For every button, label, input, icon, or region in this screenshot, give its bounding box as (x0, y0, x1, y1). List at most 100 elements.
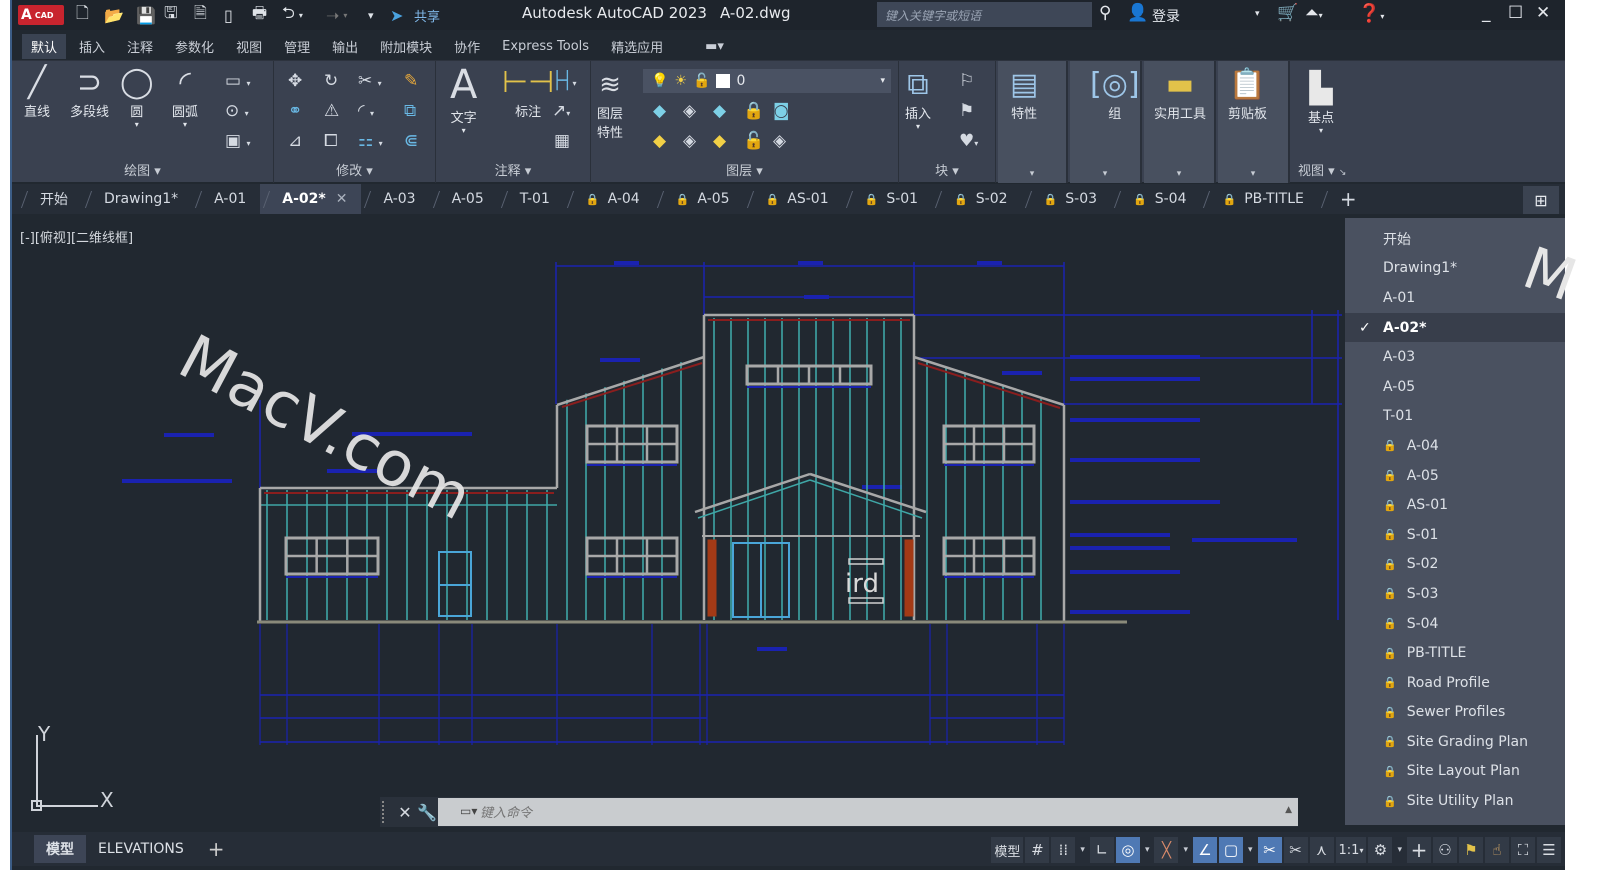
clipboard-tool[interactable]: 📋 剪贴板 (1228, 67, 1267, 122)
dropdown-item[interactable]: A-05 (1345, 372, 1565, 402)
dropdown-item[interactable]: 🔒 Sewer Profiles (1345, 698, 1565, 728)
dropdown-item[interactable]: 🔒 A-05 (1345, 461, 1565, 491)
annotation-scale-icon[interactable]: ⋏ (1309, 837, 1334, 863)
erase-icon[interactable]: ✎ (404, 71, 418, 91)
model-tab[interactable]: 模型 (34, 835, 86, 863)
workspace-dropdown-icon[interactable]: ▾ (1394, 845, 1405, 855)
dropdown-item[interactable]: 🔒 A-04 (1345, 431, 1565, 461)
ribbon-tab-express-tools[interactable]: Express Tools (493, 36, 598, 57)
file-tab[interactable]: 🔒 S-04 (1111, 184, 1200, 214)
file-tab[interactable]: 🔒 S-01 (843, 184, 932, 214)
utilities-panel[interactable]: ▬ 实用工具 ▾ (1144, 61, 1216, 183)
share-icon[interactable]: ➤ (390, 4, 403, 26)
edit-attributes-icon[interactable]: ♥▾ (959, 131, 978, 151)
file-tab[interactable]: A-05 (430, 184, 498, 214)
leader-icon[interactable]: ↗▾ (552, 101, 570, 121)
ribbon-minimize-toggle[interactable]: ▬▾ (696, 36, 733, 57)
offset-icon[interactable]: ⋐ (404, 131, 418, 151)
ribbon-tab-featured-apps[interactable]: 精选应用 (602, 34, 672, 59)
customization-menu-icon[interactable]: ☰ (1537, 837, 1561, 863)
snap-mode-icon[interactable]: ⁞⁞ (1051, 837, 1076, 863)
rotate-icon[interactable]: ↻ (324, 71, 338, 91)
share-button[interactable]: 共享 (414, 4, 440, 26)
file-tab[interactable]: 🔒 A-05 (654, 184, 744, 214)
units-icon[interactable]: ⚇ (1433, 837, 1457, 863)
dropdown-item[interactable]: T-01 (1345, 402, 1565, 432)
layer-lock-tool-icon[interactable]: 🔒 (743, 101, 764, 121)
ribbon-tab-annotate[interactable]: 注释 (118, 34, 162, 59)
array-icon[interactable]: ⚏ ▾ (358, 131, 383, 151)
properties-dropdown-icon[interactable]: ▾ (998, 169, 1066, 179)
ribbon-tab-home[interactable]: 默认 (22, 33, 67, 59)
polar-dropdown-icon[interactable]: ▾ (1142, 845, 1153, 855)
close-icon[interactable]: ✕ (1536, 3, 1550, 23)
save-as-icon[interactable]: 🖫 (164, 3, 178, 26)
dropdown-item[interactable]: 🔒 S-02 (1345, 550, 1565, 580)
auto-scale-icon[interactable]: ✂ (1283, 837, 1308, 863)
arc-dropdown-icon[interactable]: ▾ (183, 120, 187, 129)
dropdown-item[interactable]: 🔒 Site Layout Plan (1345, 757, 1565, 787)
osnap-dropdown-icon[interactable]: ▾ (1245, 845, 1256, 855)
add-layout-button[interactable]: + (196, 835, 237, 863)
workspace-gear-icon[interactable]: ⚙ (1368, 837, 1393, 863)
clipboard-dropdown-icon[interactable]: ▾ (1218, 169, 1288, 179)
command-line-grip[interactable] (382, 801, 388, 823)
group-tool[interactable]: [◎] 组 (1090, 67, 1140, 122)
ribbon-tab-view[interactable]: 视图 (227, 34, 271, 59)
layer-match-icon[interactable]: ◈ (683, 101, 696, 121)
groups-dropdown-icon[interactable]: ▾ (1070, 169, 1140, 179)
isodraft-dropdown-icon[interactable]: ▾ (1180, 845, 1191, 855)
ribbon-tab-parametric[interactable]: 参数化 (166, 34, 223, 59)
scale-icon[interactable]: ⧠ (324, 131, 338, 151)
dropdown-item[interactable]: A-03 (1345, 342, 1565, 372)
search-icon[interactable]: ⚲ (1099, 3, 1111, 23)
text-tool[interactable]: A 文字 ▾ (450, 63, 477, 135)
circle-dropdown-icon[interactable]: ▾ (135, 120, 139, 129)
layer-unlock-icon[interactable]: 🔓 (743, 131, 764, 151)
mirror-icon[interactable]: ⚠ (324, 101, 339, 121)
view-panel-title[interactable]: 视图 ▾ ↘ (1298, 160, 1392, 179)
lock-ui-icon[interactable]: ☝ (1485, 837, 1509, 863)
explode-icon[interactable]: ⧉ (404, 101, 416, 121)
drawing-viewport[interactable]: [-][俯视][二维线框] ird (12, 215, 1345, 830)
new-tab-button[interactable]: + (1318, 184, 1371, 214)
dimension-tool[interactable]: ⊢⊣ 标注 (502, 65, 554, 120)
file-tab[interactable]: Drawing1* (82, 184, 192, 214)
quick-properties-icon[interactable]: ⚑ (1459, 837, 1483, 863)
plot-icon[interactable]: 🖶 (252, 3, 267, 26)
insert-dropdown-icon[interactable]: ▾ (916, 122, 920, 131)
text-dropdown-icon[interactable]: ▾ (462, 126, 466, 135)
ellipse-icon[interactable]: ⊙ ▾ (225, 101, 249, 121)
rectangle-icon[interactable]: ▭ ▾ (225, 71, 250, 91)
login-dropdown-icon[interactable]: ▾ (1255, 9, 1260, 19)
grid-display-icon[interactable]: # (1025, 837, 1050, 863)
copy-icon[interactable]: ⚭ (288, 101, 302, 121)
edit-block-icon[interactable]: ⚑ (959, 101, 974, 121)
utilities-dropdown-icon[interactable]: ▾ (1144, 169, 1214, 179)
hatch-icon[interactable]: ▣ ▾ (225, 131, 250, 151)
dropdown-item[interactable]: 🔒 AS-01 (1345, 490, 1565, 520)
dropdown-item[interactable]: 🔒 S-01 (1345, 520, 1565, 550)
publish-icon[interactable]: 🗎 (194, 3, 207, 26)
layer-properties-tool[interactable]: ≋ 图层 特性 (597, 67, 623, 141)
file-tab[interactable]: 🔒 AS-01 (744, 184, 843, 214)
login-button[interactable]: 登录 (1152, 6, 1180, 26)
stretch-icon[interactable]: ⊿ (288, 131, 302, 151)
dropdown-item[interactable]: 🔒 PB-TITLE (1345, 638, 1565, 668)
file-tab[interactable]: 🔒 PB-TITLE (1200, 184, 1317, 214)
create-block-icon[interactable]: ⚐ (959, 71, 974, 91)
search-input[interactable]: 键入关键字或短语 (877, 2, 1092, 27)
utilities-tool[interactable]: ▬ 实用工具 (1146, 67, 1214, 122)
layer-dropdown[interactable]: 💡 ☀ 🔓 0 ▾ (643, 69, 891, 93)
ribbon-tab-manage[interactable]: 管理 (275, 34, 319, 59)
layers-panel-title[interactable]: 图层 ▾ (591, 160, 898, 179)
insert-block-tool[interactable]: ⧉ 插入 ▾ (905, 67, 931, 131)
dropdown-item[interactable]: ✓ A-02* (1345, 312, 1565, 343)
draw-panel-title[interactable]: 绘图 ▾ (12, 160, 273, 179)
new-icon[interactable]: 🗋 (76, 3, 89, 26)
file-tab[interactable]: 🔒 S-03 (1022, 184, 1111, 214)
file-tab[interactable]: A-03 (361, 184, 429, 214)
maximize-icon[interactable]: ☐ (1508, 3, 1523, 23)
customize-wrench-icon[interactable]: 🔧 (416, 803, 438, 822)
redo-icon[interactable]: ➝ ▾ (326, 4, 347, 26)
